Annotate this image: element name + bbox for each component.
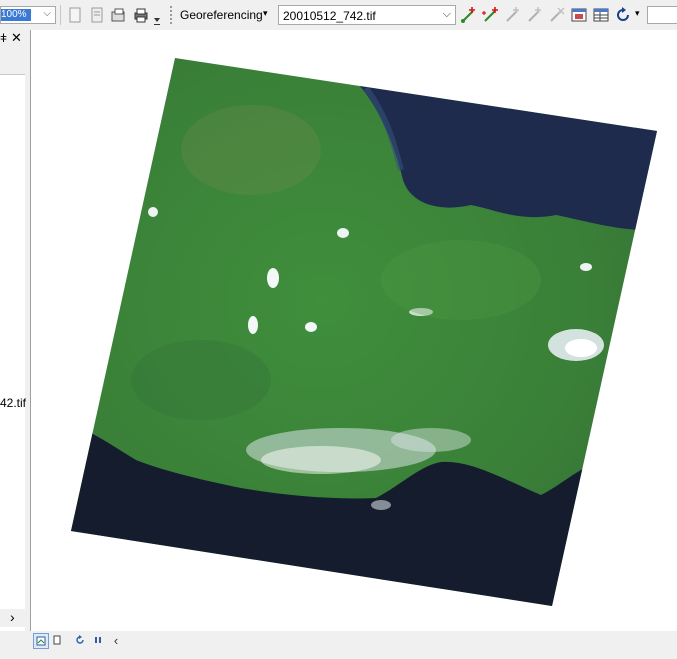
map-scale-combo[interactable]: 100% ⌵ [0, 6, 56, 24]
pause-icon[interactable] [91, 633, 105, 647]
map-canvas[interactable] [30, 30, 677, 631]
refresh-icon[interactable] [73, 633, 87, 647]
pin-icon[interactable]: ǂ [0, 31, 7, 45]
scroll-left-icon[interactable]: ‹ [109, 633, 123, 648]
page-icon[interactable] [88, 6, 106, 24]
delete-link-icon[interactable] [548, 6, 566, 24]
viewer-icon[interactable] [570, 6, 588, 24]
link-table-icon[interactable] [592, 6, 610, 24]
map-scale-value: 100% [1, 9, 31, 21]
rotate-icon[interactable] [614, 6, 632, 24]
select-link-icon[interactable] [504, 6, 522, 24]
georeferencing-menu[interactable]: Georeferencing [180, 8, 263, 22]
layer-name[interactable]: 42.tif [0, 396, 26, 410]
chevron-down-icon: ⌵ [43, 8, 51, 19]
close-icon[interactable]: ✕ [11, 30, 22, 46]
satellite-image [71, 58, 657, 606]
toolbar-grip[interactable] [170, 6, 175, 24]
layer-select-value: 20010512_742.tif [283, 9, 376, 23]
table-of-contents: ǂ ✕ 42.tif › ... [0, 30, 30, 643]
chevron-down-icon[interactable]: ▾ [263, 8, 268, 19]
toc-header: ǂ ✕ [0, 30, 30, 46]
map-status-bar: ‹ [0, 631, 677, 659]
more-arrow-icon[interactable] [152, 10, 162, 28]
print-icon[interactable] [132, 6, 150, 24]
rotation-angle-input[interactable] [647, 6, 677, 24]
layout-icon[interactable] [110, 6, 128, 24]
scroll-right-icon[interactable]: › [10, 609, 15, 625]
layout-view-icon[interactable] [50, 633, 64, 647]
toolbar-separator [60, 5, 61, 25]
zoom-to-link-icon[interactable] [526, 6, 544, 24]
chevron-down-icon: ⌵ [442, 8, 451, 20]
toc-horizontal-scrollbar[interactable]: › [0, 609, 25, 627]
page-icon[interactable] [66, 6, 84, 24]
auto-registration-icon[interactable] [482, 6, 500, 24]
toolbar: 100% ⌵ Georeferencing ▾ 20010512_742.tif… [0, 0, 677, 31]
data-view-icon[interactable] [33, 633, 49, 649]
layer-select[interactable]: 20010512_742.tif ⌵ [278, 5, 456, 25]
toc-layer-list: 42.tif [0, 74, 26, 640]
add-control-points-icon[interactable] [460, 6, 478, 24]
chevron-down-icon[interactable]: ▾ [635, 8, 640, 19]
